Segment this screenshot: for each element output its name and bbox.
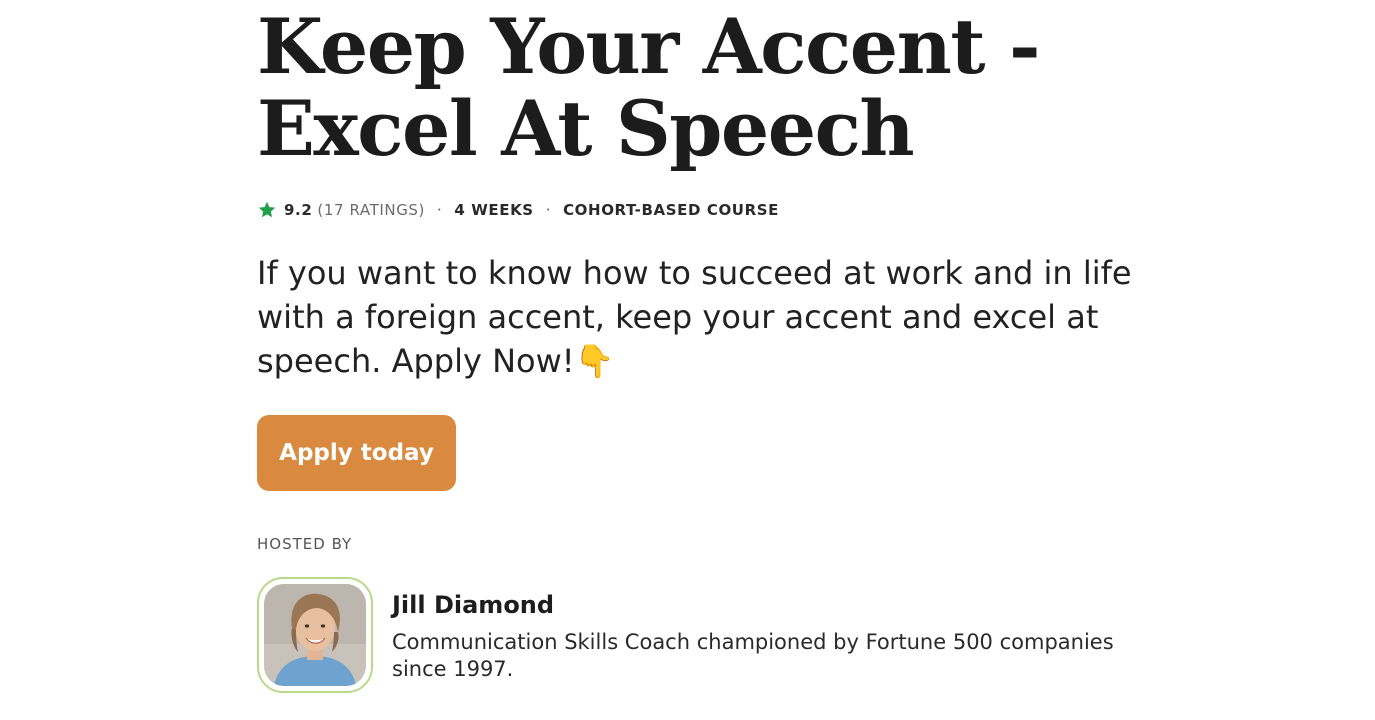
- course-format: COHORT-BASED COURSE: [563, 201, 779, 219]
- host-card: Jill Diamond Communication Skills Coach …: [257, 577, 1157, 697]
- course-title: Keep Your Accent - Excel At Speech: [257, 2, 1041, 173]
- apply-today-button[interactable]: Apply today: [257, 415, 456, 491]
- course-description-text: If you want to know how to succeed at wo…: [257, 254, 1132, 380]
- host-avatar[interactable]: [257, 577, 373, 693]
- meta-separator: ·: [545, 201, 552, 219]
- rating-value: 9.2: [284, 201, 313, 219]
- ratings-count: (17 RATINGS): [317, 201, 425, 219]
- host-bio: Communication Skills Coach championed by…: [392, 630, 1114, 681]
- host-photo: [264, 584, 366, 686]
- meta-separator: ·: [437, 201, 443, 219]
- host-name[interactable]: Jill Diamond: [392, 591, 554, 619]
- course-duration: 4 WEEKS: [454, 201, 534, 219]
- course-description: If you want to know how to succeed at wo…: [257, 251, 1157, 383]
- hosted-by-label: HOSTED BY: [257, 535, 353, 553]
- course-meta: 9.2 (17 RATINGS) · 4 WEEKS · COHORT-BASE…: [257, 199, 779, 221]
- star-icon: [257, 200, 277, 220]
- pointing-down-hand-icon: 👇: [574, 342, 615, 380]
